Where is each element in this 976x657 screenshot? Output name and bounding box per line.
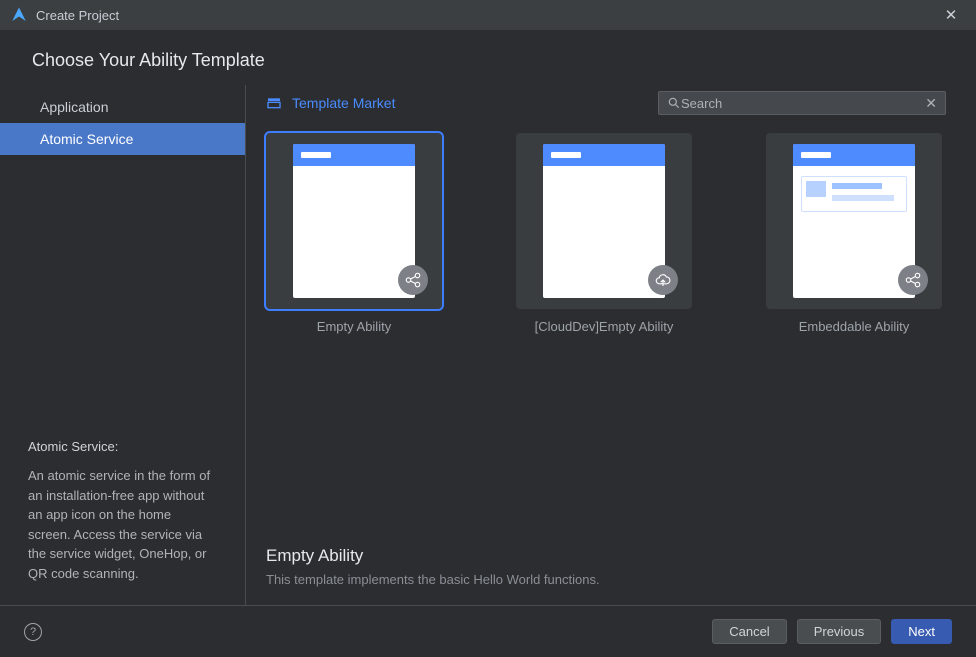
sidebar-desc-body: An atomic service in the form of an inst… <box>28 466 217 583</box>
cloud-badge-icon <box>648 265 678 295</box>
template-market-label: Template Market <box>292 95 395 111</box>
sidebar-item-application[interactable]: Application <box>0 91 245 123</box>
sidebar-desc-title: Atomic Service: <box>28 437 217 457</box>
next-button[interactable]: Next <box>891 619 952 644</box>
search-input[interactable] <box>681 96 925 111</box>
template-market-link[interactable]: Template Market <box>266 95 395 111</box>
template-label: [CloudDev]Empty Ability <box>535 319 674 334</box>
help-button[interactable]: ? <box>24 623 42 641</box>
footer: ? Cancel Previous Next <box>0 605 976 657</box>
sidebar-description: Atomic Service: An atomic service in the… <box>0 421 245 606</box>
share-badge-icon <box>898 265 928 295</box>
search-box[interactable]: ✕ <box>658 91 946 115</box>
sidebar: Application Atomic Service Atomic Servic… <box>0 85 246 605</box>
template-label: Embeddable Ability <box>799 319 910 334</box>
template-grid: Empty Ability [CloudDev]Empty Ability <box>266 133 946 334</box>
search-icon <box>667 96 681 110</box>
template-detail: Empty Ability This template implements t… <box>266 546 946 605</box>
close-button[interactable]: ✕ <box>936 6 966 24</box>
app-logo-icon <box>10 6 28 24</box>
window-title: Create Project <box>36 8 119 23</box>
template-card-embeddable-ability[interactable]: Embeddable Ability <box>766 133 942 334</box>
titlebar: Create Project ✕ <box>0 0 976 30</box>
detail-title: Empty Ability <box>266 546 946 566</box>
detail-desc: This template implements the basic Hello… <box>266 572 946 587</box>
template-label: Empty Ability <box>317 319 391 334</box>
template-card-clouddev-empty-ability[interactable]: [CloudDev]Empty Ability <box>516 133 692 334</box>
share-badge-icon <box>398 265 428 295</box>
cancel-button[interactable]: Cancel <box>712 619 786 644</box>
clear-search-icon[interactable]: ✕ <box>925 95 937 112</box>
template-card-empty-ability[interactable]: Empty Ability <box>266 133 442 334</box>
sidebar-item-atomic-service[interactable]: Atomic Service <box>0 123 245 155</box>
previous-button[interactable]: Previous <box>797 619 882 644</box>
market-icon <box>266 95 282 111</box>
page-title: Choose Your Ability Template <box>0 30 976 85</box>
